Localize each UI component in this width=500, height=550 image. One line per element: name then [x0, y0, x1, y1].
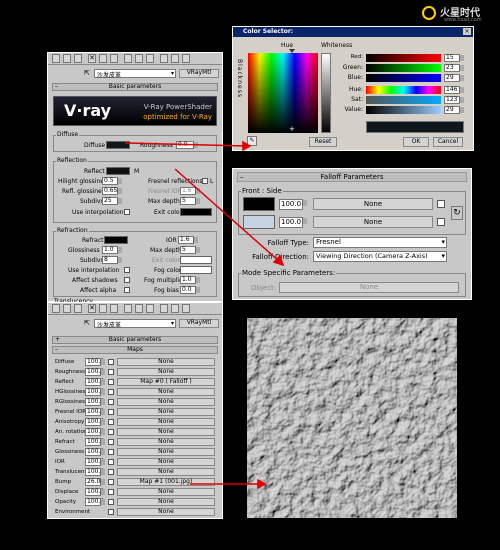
annotation-arrows	[124, 140, 285, 490]
arrowhead-icon	[242, 140, 252, 152]
arrow-diffuse-to-color-selector	[124, 142, 247, 147]
arrowhead-icon	[257, 478, 267, 490]
arrow-reflect-to-falloff	[174, 168, 281, 263]
